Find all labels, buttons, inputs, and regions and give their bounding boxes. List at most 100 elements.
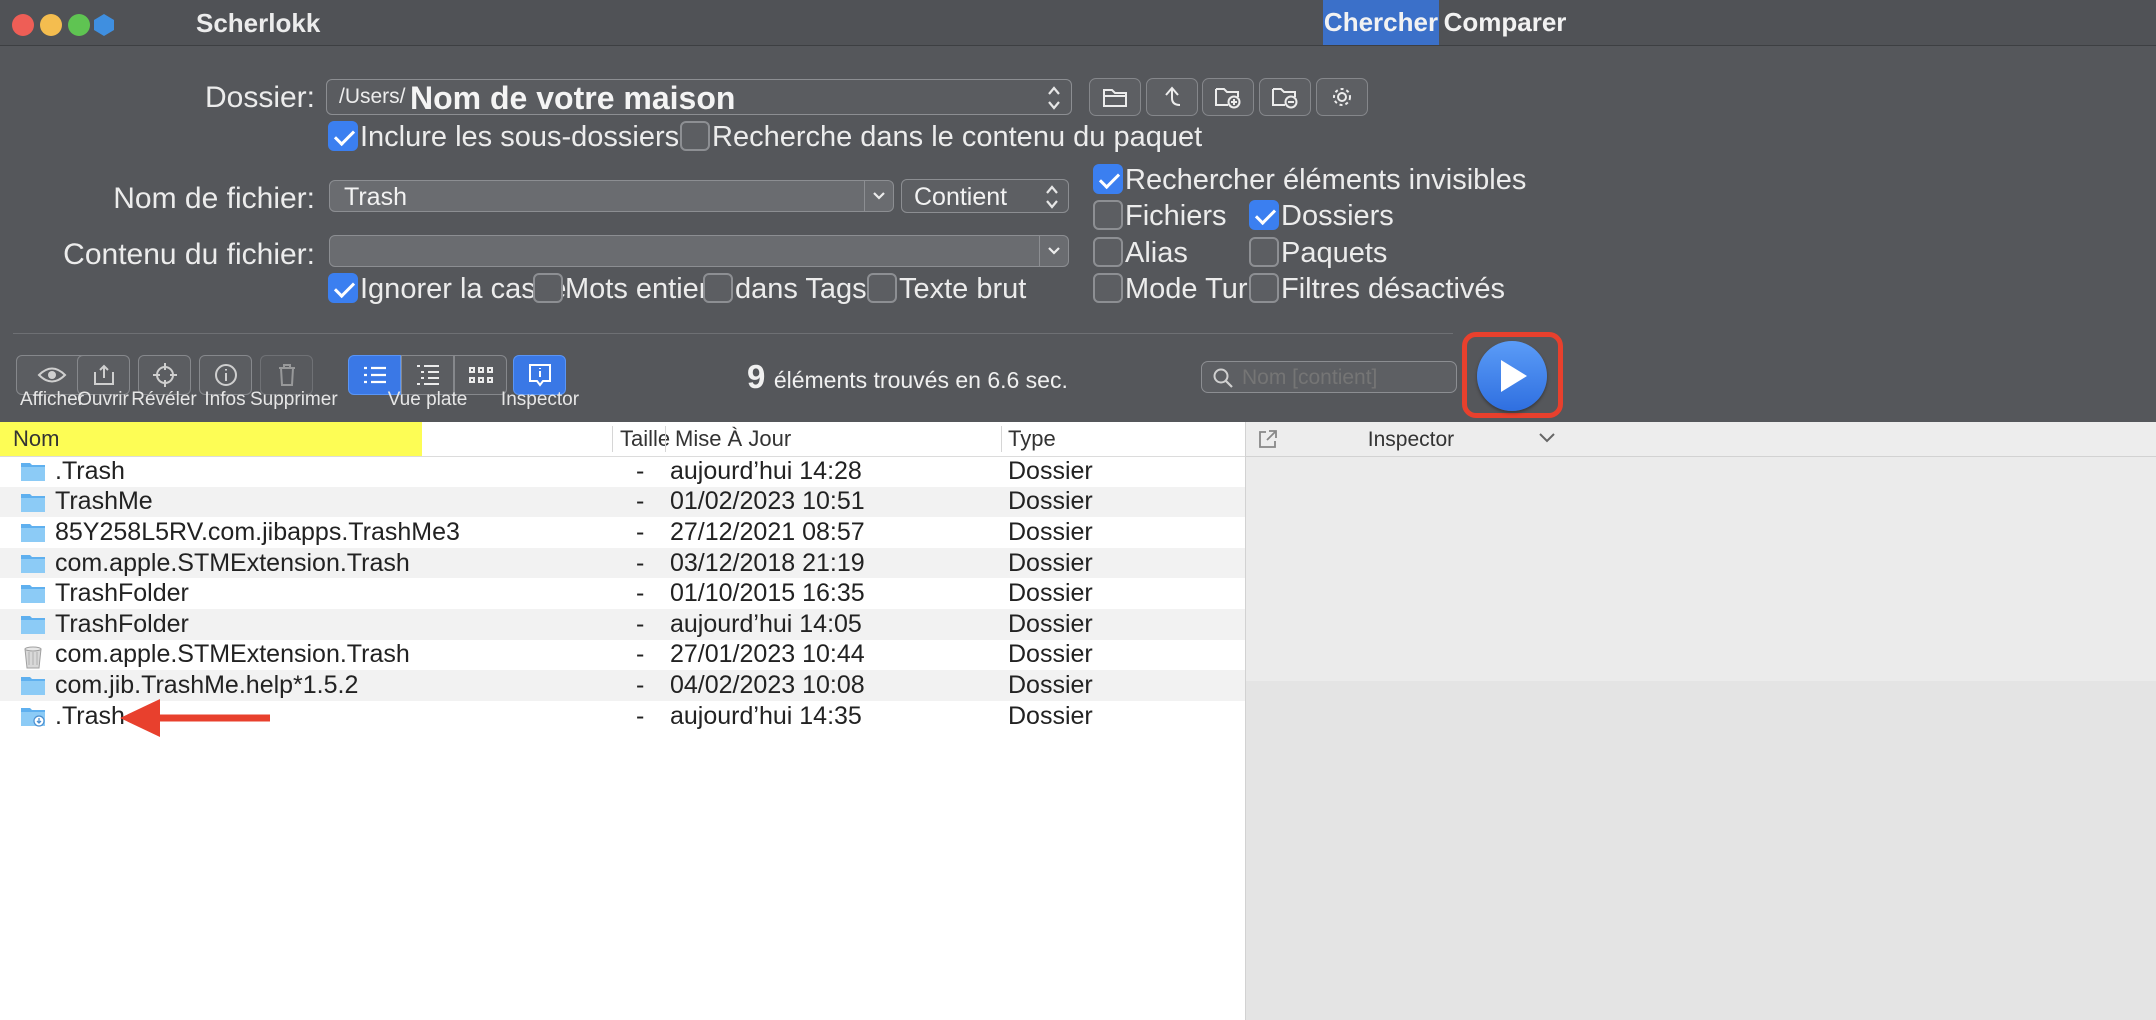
cell-type: Dossier bbox=[1008, 609, 1093, 638]
folder-label: Dossier: bbox=[204, 81, 315, 114]
search-icon bbox=[1213, 368, 1233, 388]
column-header-type[interactable]: Type bbox=[1008, 422, 1056, 456]
cell-size: - bbox=[636, 701, 645, 730]
invisible-items-checkbox[interactable] bbox=[1093, 164, 1123, 194]
zoom-window-button[interactable] bbox=[68, 14, 90, 36]
open-file-icon bbox=[93, 364, 114, 385]
folder-icon bbox=[20, 552, 46, 574]
cell-date: aujourd’hui 14:35 bbox=[670, 701, 862, 730]
title-bar: Scherlokk Chercher Comparer bbox=[0, 0, 2156, 46]
folder-icon bbox=[20, 613, 46, 635]
packages-checkbox[interactable] bbox=[1249, 237, 1279, 267]
turbo-mode-checkbox[interactable] bbox=[1093, 273, 1123, 303]
cell-size: - bbox=[636, 487, 645, 516]
cell-date: 27/01/2023 10:44 bbox=[670, 640, 865, 669]
cell-size: - bbox=[636, 517, 645, 546]
filters-off-checkbox[interactable] bbox=[1249, 273, 1279, 303]
cell-type: Dossier bbox=[1008, 640, 1093, 669]
table-row[interactable]: .Trash - aujourd’hui 14:28 Dossier bbox=[0, 456, 1245, 487]
filename-combobox[interactable]: Trash bbox=[329, 180, 894, 212]
filters-off-label: Filtres désactivés bbox=[1281, 273, 1506, 305]
grid-icon bbox=[468, 367, 493, 383]
info-icon bbox=[214, 364, 237, 386]
chevron-down-icon bbox=[873, 192, 885, 200]
enclosing-folder-icon bbox=[1165, 86, 1181, 106]
app-title: Scherlokk bbox=[196, 8, 321, 38]
close-window-button[interactable] bbox=[12, 14, 34, 36]
updown-chevron-icon bbox=[1046, 185, 1058, 209]
chevron-down-icon[interactable] bbox=[1538, 432, 1556, 444]
settings-button[interactable] bbox=[1316, 78, 1368, 116]
whole-words-label: Mots entiers bbox=[565, 273, 723, 305]
minimize-window-button[interactable] bbox=[40, 14, 62, 36]
match-mode-popup[interactable]: Contient bbox=[901, 179, 1069, 213]
content-history-button[interactable] bbox=[1039, 236, 1068, 266]
folder-download-icon bbox=[20, 705, 46, 727]
cell-name: .Trash bbox=[55, 456, 125, 485]
cell-type: Dossier bbox=[1008, 670, 1093, 699]
whole-words-checkbox[interactable] bbox=[533, 273, 563, 303]
outline-list-icon bbox=[416, 365, 439, 385]
tab-comparer[interactable]: Comparer bbox=[1440, 0, 1570, 45]
name-filter-field[interactable] bbox=[1201, 361, 1457, 393]
table-header: Nom Taille Mise À Jour Type bbox=[0, 422, 1245, 457]
folder-popup[interactable]: /Users/ Nom de votre maison bbox=[326, 79, 1072, 116]
table-row[interactable]: TrashMe -01/02/2023 10:51 Dossier bbox=[0, 486, 1245, 518]
filename-input[interactable]: Trash bbox=[344, 183, 407, 212]
parent-folder-button[interactable] bbox=[1146, 78, 1198, 116]
ignore-case-checkbox[interactable] bbox=[328, 273, 358, 303]
search-package-label: Recherche dans le contenu du paquet bbox=[712, 121, 1203, 153]
cell-size: - bbox=[636, 609, 645, 638]
table-row[interactable]: TrashFolder -01/10/2015 16:35 Dossier bbox=[0, 578, 1245, 609]
list-icon bbox=[363, 366, 386, 384]
cell-size: - bbox=[636, 548, 645, 577]
column-header-date[interactable]: Mise À Jour bbox=[675, 422, 791, 456]
annotation-arrow bbox=[120, 699, 270, 737]
cell-date: 01/10/2015 16:35 bbox=[670, 579, 865, 608]
inspector-header: Inspector bbox=[1246, 422, 2156, 457]
column-divider bbox=[1001, 426, 1002, 452]
table-row[interactable]: com.apple.STMExtension.Trash -03/12/2018 … bbox=[0, 547, 1245, 579]
name-filter-input[interactable] bbox=[1240, 364, 1449, 392]
remove-folder-button[interactable] bbox=[1259, 78, 1311, 116]
folders-checkbox[interactable] bbox=[1249, 200, 1279, 230]
table-row[interactable]: 85Y258L5RV.com.jibapps.TrashMe3 -27/12/20… bbox=[0, 517, 1245, 548]
cell-type: Dossier bbox=[1008, 487, 1093, 516]
inspector-title: Inspector bbox=[1367, 428, 1455, 451]
search-package-checkbox[interactable] bbox=[680, 121, 710, 151]
column-divider bbox=[665, 426, 666, 452]
open-folder-button[interactable] bbox=[1089, 78, 1141, 116]
alias-checkbox[interactable] bbox=[1093, 237, 1123, 267]
cell-type: Dossier bbox=[1008, 579, 1093, 608]
files-checkbox[interactable] bbox=[1093, 200, 1123, 230]
folder-icon bbox=[20, 521, 46, 543]
column-header-name[interactable]: Nom bbox=[13, 422, 59, 456]
cell-date: aujourd’hui 14:28 bbox=[670, 456, 862, 485]
folder-icon bbox=[20, 674, 46, 696]
plain-text-checkbox[interactable] bbox=[867, 273, 897, 303]
table-row[interactable]: TrashFolder - aujourd’hui 14:05 Dossier bbox=[0, 609, 1245, 640]
filename-history-button[interactable] bbox=[864, 181, 893, 211]
name-column-highlight bbox=[0, 422, 422, 456]
cell-type: Dossier bbox=[1008, 701, 1093, 730]
tab-chercher[interactable]: Chercher bbox=[1323, 0, 1439, 45]
crosshair-icon bbox=[152, 363, 177, 387]
divider bbox=[13, 333, 1453, 334]
in-tags-checkbox[interactable] bbox=[703, 273, 733, 303]
content-combobox[interactable] bbox=[329, 235, 1069, 267]
column-header-size[interactable]: Taille bbox=[620, 422, 670, 456]
folder-minus-icon bbox=[1272, 88, 1298, 109]
result-count: 9 bbox=[747, 358, 766, 395]
cell-type: Dossier bbox=[1008, 548, 1093, 577]
add-folder-button[interactable] bbox=[1202, 78, 1254, 116]
cell-name: TrashMe bbox=[55, 487, 153, 516]
include-subfolders-checkbox[interactable] bbox=[328, 121, 358, 151]
inspector-panel: Inspector bbox=[1245, 422, 2156, 1020]
start-search-button[interactable] bbox=[1477, 341, 1547, 411]
content-label: Contenu du fichier: bbox=[63, 238, 315, 271]
cell-type: Dossier bbox=[1008, 517, 1093, 546]
table-row[interactable]: com.apple.STMExtension.Trash -27/01/2023 … bbox=[0, 640, 1245, 671]
include-subfolders-label: Inclure les sous-dossiers bbox=[360, 121, 680, 153]
updown-chevron-icon bbox=[1048, 86, 1060, 110]
cell-date: 27/12/2021 08:57 bbox=[670, 517, 865, 546]
